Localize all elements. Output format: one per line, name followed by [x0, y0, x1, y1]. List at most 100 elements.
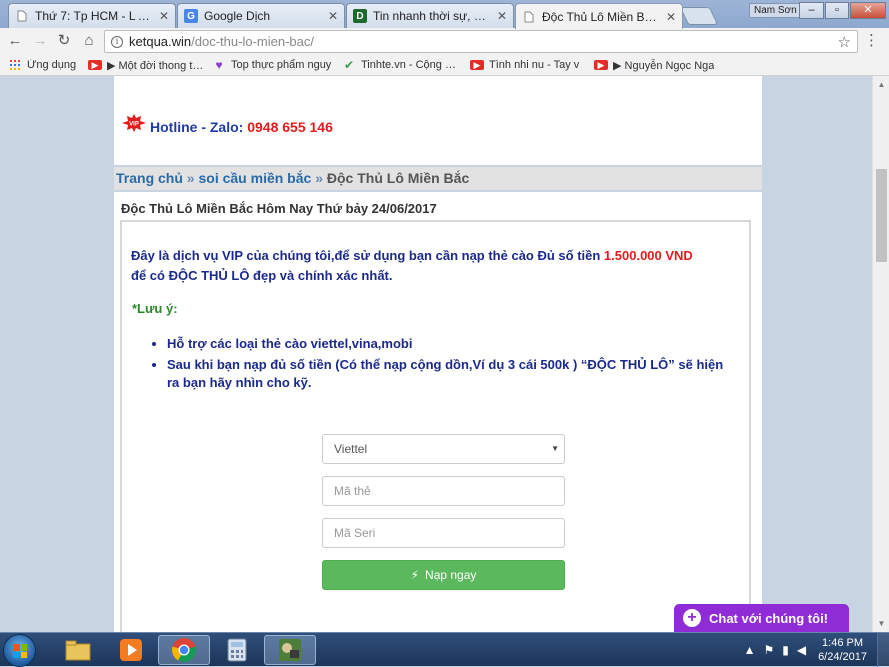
bookmark-tinh-nhi-nu[interactable]: ▶ Tình nhi nu - Tay v — [470, 59, 586, 71]
bookmark-label: ▶ Một đời thong thả — [107, 59, 204, 72]
youtube-icon: ▶ — [594, 60, 608, 70]
show-desktop-button[interactable] — [877, 633, 889, 667]
carrier-selected-value: Viettel — [334, 442, 368, 456]
breadcrumb: Trang chủ » soi cầu miền bắc » Độc Thủ L… — [114, 167, 762, 190]
start-button[interactable] — [3, 634, 36, 667]
vip-badge-icon: VIP — [122, 114, 146, 132]
vip-service-box: Đây là dịch vụ VIP của chúng tôi,để sử d… — [120, 220, 751, 632]
bookmark-star-icon[interactable]: ☆ — [838, 33, 851, 51]
reload-icon[interactable]: ↻ — [55, 32, 73, 50]
hotline: Hotline - Zalo: 0948 655 146 — [150, 119, 333, 135]
tab-title: Tin nhanh thời sự, chính t — [373, 9, 491, 23]
serial-field[interactable] — [322, 518, 565, 548]
chat-widget-button[interactable]: + Chat với chúng tôi! — [674, 604, 849, 632]
bookmark-tinhte[interactable]: ✔ Tinhte.vn - Cộng đồng — [342, 59, 462, 71]
tinhte-icon: ✔ — [343, 59, 355, 71]
breadcrumb-separator: » — [315, 170, 323, 186]
list-item: Hỗ trợ các loại thẻ cào viettel,vina,mob… — [167, 335, 737, 353]
maximize-button[interactable]: ▫ — [825, 2, 849, 19]
tab-google-translate[interactable]: G Google Dịch ✕ — [177, 3, 345, 28]
minimize-button[interactable]: ‒ — [799, 2, 824, 19]
file-explorer-icon[interactable] — [52, 635, 104, 665]
page-scrollbar[interactable]: ▲ ▼ — [872, 76, 889, 632]
tab-title: Google Dịch — [204, 9, 271, 23]
close-icon[interactable]: ✕ — [159, 9, 169, 23]
hotline-label: Hotline - Zalo: — [150, 119, 244, 135]
tab-doc-thu-lo[interactable]: Độc Thủ Lô Miền Bắc | sơ ✕ — [515, 3, 683, 29]
bookmark-nguyen-ngoc-nga[interactable]: ▶ ▶ Nguyễn Ngọc Nga — [594, 59, 716, 72]
close-icon[interactable]: ✕ — [328, 9, 338, 23]
notes-list: Hỗ trợ các loại thẻ cào viettel,vina,mob… — [152, 335, 737, 395]
game-icon[interactable] — [264, 635, 316, 665]
scroll-down-icon[interactable]: ▼ — [873, 615, 889, 632]
page-icon — [15, 9, 29, 23]
calculator-icon[interactable] — [211, 635, 263, 665]
chrome-icon[interactable] — [158, 635, 210, 665]
vip-badge-text: VIP — [129, 122, 139, 128]
serial-input[interactable] — [334, 526, 553, 540]
page-viewport: VIP Hotline - Zalo: 0948 655 146 Trang c… — [0, 76, 872, 632]
google-translate-icon: G — [184, 9, 198, 23]
profile-button[interactable]: Nam Sơn — [749, 3, 802, 18]
card-code-input[interactable] — [334, 484, 553, 498]
bookmark-apps[interactable]: Ứng dụng — [8, 59, 80, 71]
close-icon[interactable]: ✕ — [497, 9, 507, 23]
close-window-button[interactable]: ✕ — [850, 2, 886, 19]
tab-title: Độc Thủ Lô Miền Bắc | sơ — [542, 9, 660, 24]
note-label: *Lưu ý: — [132, 301, 178, 316]
submit-label: Nạp ngay — [425, 568, 477, 582]
youtube-icon: ▶ — [88, 60, 102, 70]
hotline-number[interactable]: 0948 655 146 — [247, 119, 333, 135]
bookmark-top-thuc-pham[interactable]: ♥ Top thực phẩm nguy — [212, 59, 334, 71]
apps-grid-icon — [8, 60, 22, 70]
network-icon[interactable]: ▮ — [782, 643, 789, 657]
breadcrumb-category-link[interactable]: soi cầu miền bắc — [198, 170, 311, 186]
bookmark-label: ▶ Nguyễn Ngọc Nga — [613, 59, 715, 72]
topup-form: Viettel ▼ ⚡ Nạp ngay — [322, 434, 565, 590]
breadcrumb-home-link[interactable]: Trang chủ — [116, 170, 183, 186]
breadcrumb-current: Độc Thủ Lô Miền Bắc — [326, 170, 470, 186]
breadcrumb-separator: » — [186, 170, 195, 186]
card-code-field[interactable] — [322, 476, 565, 506]
page-title: Độc Thủ Lô Miền Bắc Hôm Nay Thứ bảy 24/0… — [121, 201, 437, 216]
system-tray: ▲ ⚑ ▮ ◀ 1:46 PM 6/24/2017 — [744, 633, 889, 667]
list-item: Sau khi bạn nạp đủ số tiền (Có thể nạp c… — [167, 356, 737, 392]
bookmark-label: Tình nhi nu - Tay v — [489, 59, 580, 71]
scroll-thumb[interactable] — [876, 169, 887, 262]
volume-icon[interactable]: ◀ — [797, 643, 806, 657]
info-icon[interactable]: i — [111, 35, 123, 48]
submit-button[interactable]: ⚡ Nạp ngay — [322, 560, 565, 590]
close-icon[interactable]: ✕ — [666, 10, 676, 24]
bookmark-label: Top thực phẩm nguy — [231, 59, 332, 71]
new-tab-button[interactable] — [679, 7, 719, 25]
menu-icon[interactable]: ⋮ — [864, 33, 879, 49]
bookmark-mot-doi[interactable]: ▶ ▶ Một đời thong thả — [88, 59, 204, 72]
clock[interactable]: 1:46 PM 6/24/2017 — [818, 636, 867, 664]
address-bar[interactable]: i ketqua.win /doc-thu-lo-mien-bac/ ☆ — [104, 30, 858, 53]
taskbar: ▲ ⚑ ▮ ◀ 1:46 PM 6/24/2017 — [0, 632, 889, 667]
windows-logo-icon — [13, 644, 27, 658]
url-host: ketqua.win — [129, 34, 192, 49]
main-content: Độc Thủ Lô Miền Bắc Hôm Nay Thứ bảy 24/0… — [114, 192, 762, 632]
clock-date: 6/24/2017 — [818, 651, 867, 663]
media-player-icon[interactable] — [105, 635, 157, 665]
tab-strip: Thứ 7: Tp HCM - L An - H ✕ G Google Dịch… — [0, 0, 889, 29]
back-arrow-icon[interactable]: ← — [6, 32, 24, 50]
tab-news[interactable]: D Tin nhanh thời sự, chính t ✕ — [346, 3, 514, 28]
chevron-up-icon[interactable]: ▲ — [744, 643, 756, 657]
dantri-icon: D — [353, 9, 367, 23]
intro-text: Đây là dịch vụ VIP của chúng tôi,để sử d… — [131, 246, 731, 286]
intro-text-end: để có ĐỘC THỦ LÔ đẹp và chính xác nhất. — [131, 268, 393, 283]
tab-weather[interactable]: Thứ 7: Tp HCM - L An - H ✕ — [8, 3, 176, 28]
chat-label: Chat với chúng tôi! — [709, 610, 829, 626]
browser-toolbar: ← → ↻ ⌂ i ketqua.win /doc-thu-lo-mien-ba… — [0, 28, 889, 55]
flag-icon[interactable]: ⚑ — [763, 643, 774, 657]
lightning-bolt-icon: ⚡ — [410, 568, 420, 582]
forward-arrow-icon[interactable]: → — [31, 32, 49, 50]
page-content: VIP Hotline - Zalo: 0948 655 146 Trang c… — [114, 76, 762, 632]
tab-title: Thứ 7: Tp HCM - L An - H — [35, 9, 153, 23]
heart-icon: ♥ — [215, 59, 223, 71]
home-icon[interactable]: ⌂ — [80, 32, 98, 50]
scroll-up-icon[interactable]: ▲ — [873, 76, 889, 93]
carrier-select[interactable]: Viettel ▼ — [322, 434, 565, 464]
